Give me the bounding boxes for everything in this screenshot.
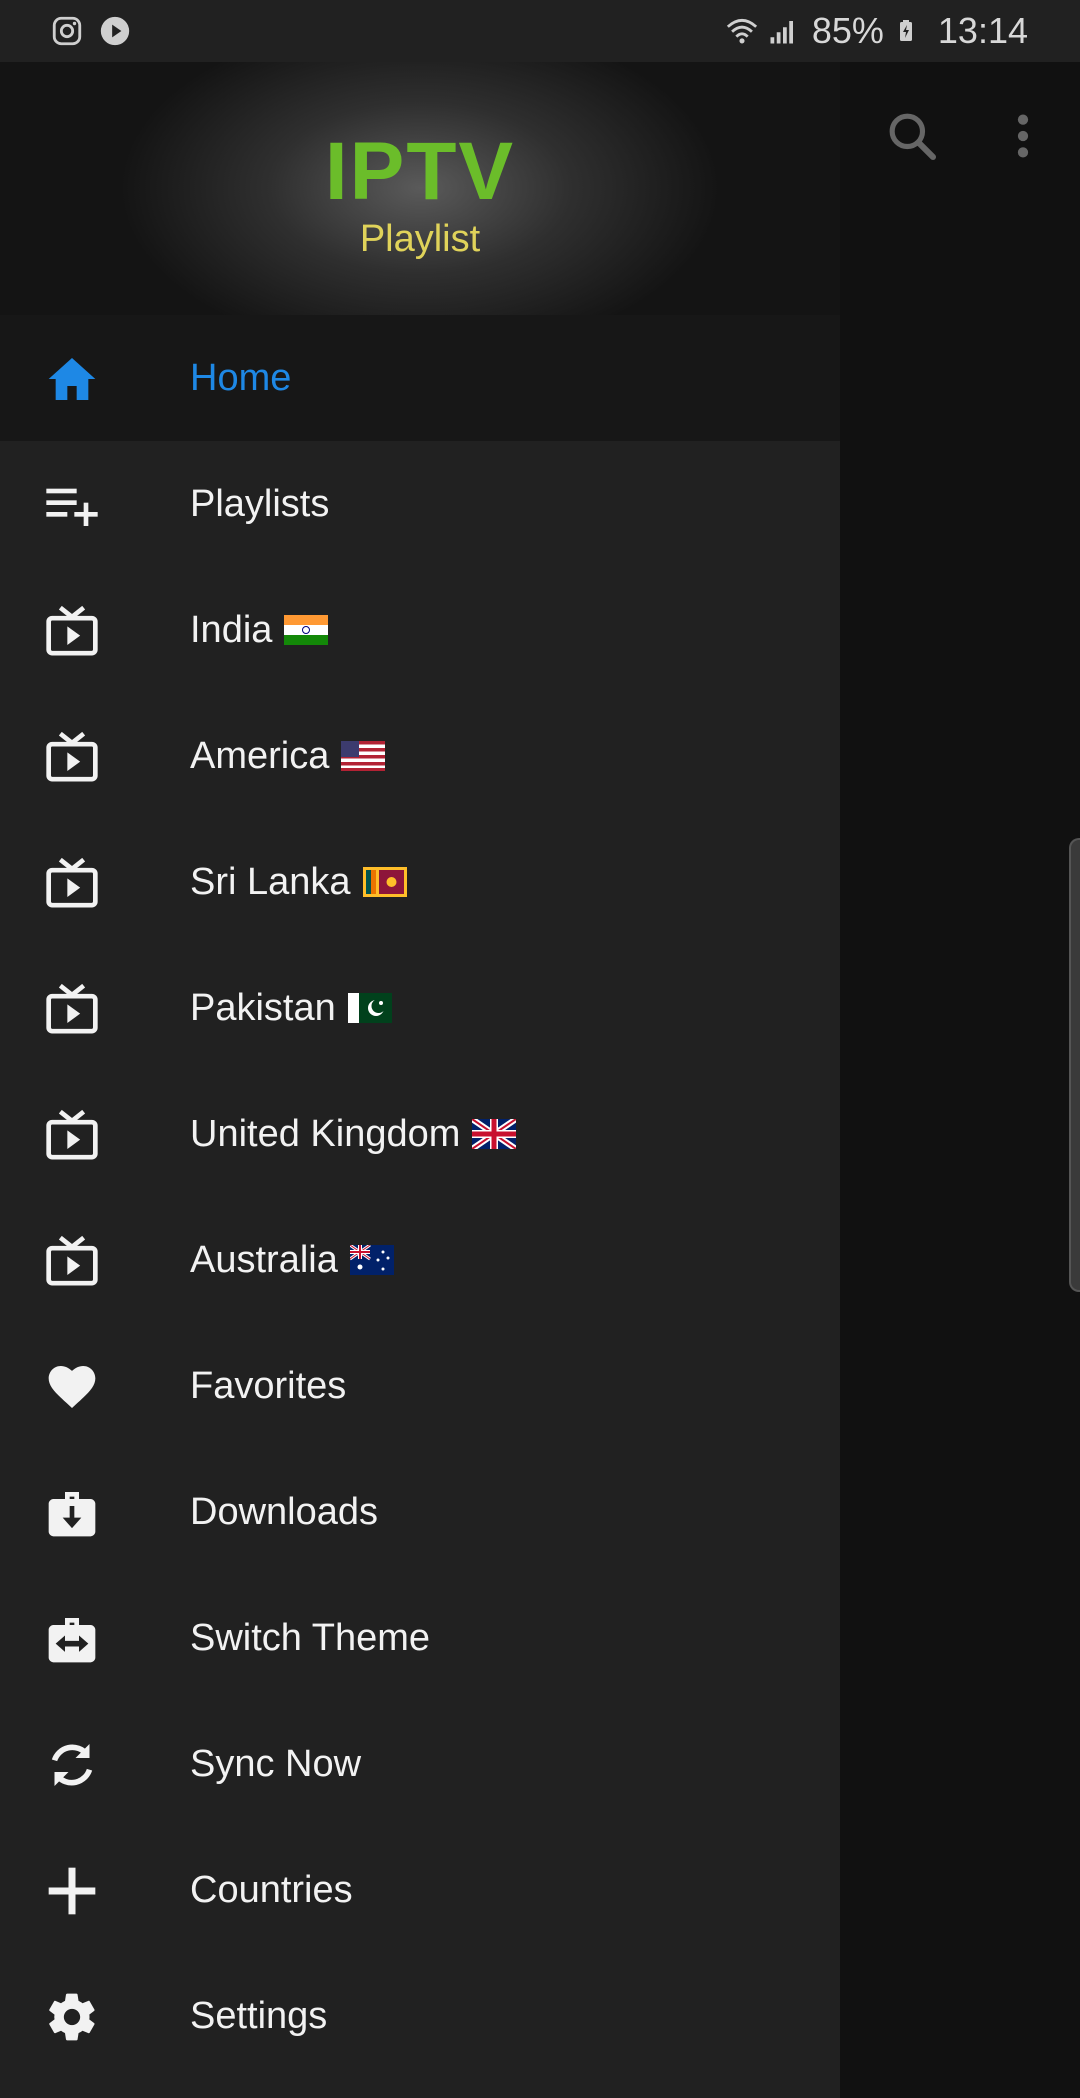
usa-flag (341, 741, 386, 771)
sync-icon (44, 1737, 100, 1793)
plus-icon (44, 1863, 100, 1919)
heart-icon (44, 1359, 100, 1415)
search-icon[interactable] (884, 108, 940, 164)
battery-percent: 85% (811, 10, 884, 51)
tv-icon (44, 1233, 100, 1289)
wifi-icon (724, 14, 758, 48)
status-bar: 85% 13:14 (0, 0, 1080, 62)
battery-charging-icon (894, 14, 928, 48)
nav-item-india[interactable]: India (0, 567, 840, 693)
india-flag (284, 615, 329, 645)
nav-item-united-kingdom[interactable]: United Kingdom (0, 1071, 840, 1197)
nav-item-america[interactable]: America (0, 693, 840, 819)
nav-item-label: Downloads (190, 1490, 378, 1533)
nav-item-favorites[interactable]: Favorites (0, 1323, 840, 1449)
nav-item-countries[interactable]: Countries (0, 1827, 840, 1953)
australia-flag (349, 1245, 394, 1275)
screen: 85% 13:14 IPTV Playlist Home Playlists I… (0, 0, 1080, 2098)
sri-lanka-flag (362, 867, 407, 897)
nav-item-sri-lanka[interactable]: Sri Lanka (0, 819, 840, 945)
pakistan-flag (347, 993, 392, 1023)
tv-icon (44, 729, 100, 785)
nav-item-label: America (190, 734, 330, 777)
nav-list: Home Playlists India America Sri Lanka P… (0, 315, 840, 2079)
home-icon (44, 351, 100, 407)
nav-item-label: Pakistan (190, 986, 336, 1029)
nav-item-sync-now[interactable]: Sync Now (0, 1701, 840, 1827)
logo-title: IPTV (324, 125, 516, 217)
nav-item-label: Playlists (190, 482, 330, 525)
logo-subtitle: Playlist (359, 217, 481, 260)
play-icon (98, 14, 132, 48)
nav-item-label: Sync Now (190, 1742, 362, 1785)
navigation-drawer: IPTV Playlist Home Playlists India Ameri… (0, 62, 840, 2098)
download-icon (44, 1485, 100, 1541)
switch-theme-icon (44, 1611, 100, 1667)
nav-item-label: Countries (190, 1868, 353, 1911)
status-right: 85% 13:14 (724, 10, 1080, 52)
nav-item-label: Switch Theme (190, 1616, 431, 1659)
settings-icon (44, 1989, 100, 2045)
nav-item-label: Settings (190, 1994, 328, 2037)
nav-item-label-row: United Kingdom (190, 1071, 517, 1197)
nav-item-australia[interactable]: Australia (0, 1197, 840, 1323)
nav-item-playlists[interactable]: Playlists (0, 441, 840, 567)
nav-item-label-row: America (190, 693, 386, 819)
nav-item-label: Sri Lanka (190, 860, 351, 903)
nav-item-label: Home (190, 356, 292, 399)
tv-icon (44, 981, 100, 1037)
nav-item-settings[interactable]: Settings (0, 1953, 840, 2079)
playlist-add-icon (44, 477, 100, 533)
status-left (0, 14, 132, 48)
nav-item-label-row: Australia (190, 1197, 394, 1323)
nav-item-label: United Kingdom (190, 1112, 461, 1155)
nav-item-label-row: Pakistan (190, 945, 392, 1071)
content-area (840, 62, 1080, 2098)
nav-item-pakistan[interactable]: Pakistan (0, 945, 840, 1071)
nav-item-label: Australia (190, 1238, 338, 1281)
more-vert-icon[interactable] (1008, 108, 1038, 164)
tv-icon (44, 603, 100, 659)
nav-item-label-row: India (190, 567, 329, 693)
edge-scroll-handle[interactable] (1069, 838, 1080, 1292)
tv-icon (44, 1107, 100, 1163)
nav-item-label: India (190, 608, 273, 651)
signal-icon (768, 14, 802, 48)
nav-item-label: Favorites (190, 1364, 347, 1407)
drawer-header: IPTV Playlist (0, 62, 840, 315)
uk-flag (472, 1119, 517, 1149)
status-time: 13:14 (937, 10, 1028, 51)
nav-item-home[interactable]: Home (0, 315, 840, 441)
nav-item-downloads[interactable]: Downloads (0, 1449, 840, 1575)
nav-item-label-row: Sri Lanka (190, 819, 407, 945)
instagram-icon (50, 14, 84, 48)
tv-icon (44, 855, 100, 911)
nav-item-switch-theme[interactable]: Switch Theme (0, 1575, 840, 1701)
